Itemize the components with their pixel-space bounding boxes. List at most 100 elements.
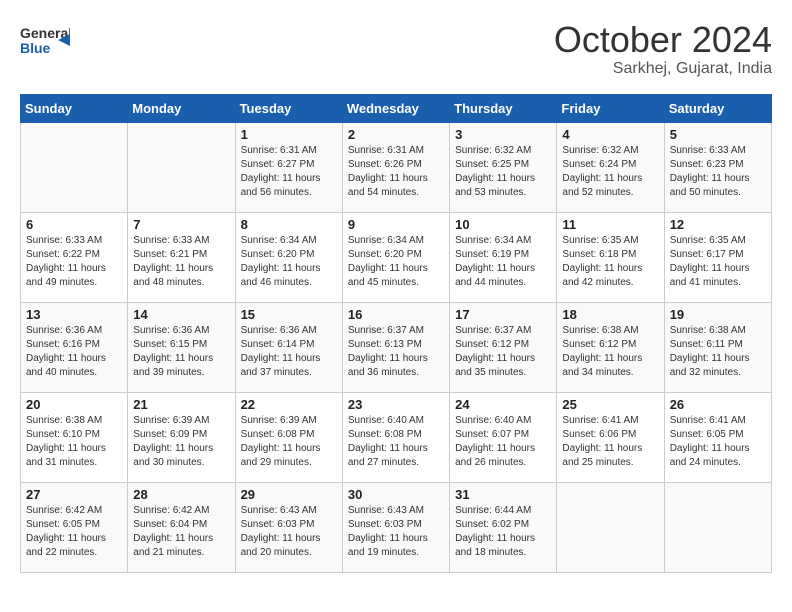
day-info: Sunrise: 6:40 AM Sunset: 6:08 PM Dayligh… (348, 414, 444, 470)
page-header: General Blue October 2024 Sarkhej, Gujar… (20, 20, 772, 78)
calendar-cell: 1 Sunrise: 6:31 AM Sunset: 6:27 PM Daylig… (235, 122, 342, 212)
day-info: Sunrise: 6:38 AM Sunset: 6:11 PM Dayligh… (670, 324, 766, 380)
calendar-cell: 12 Sunrise: 6:35 AM Sunset: 6:17 PM Dayli… (664, 212, 771, 302)
calendar-week-row: 6 Sunrise: 6:33 AM Sunset: 6:22 PM Daylig… (21, 212, 772, 302)
day-info: Sunrise: 6:43 AM Sunset: 6:03 PM Dayligh… (348, 504, 444, 560)
day-number: 27 (26, 487, 122, 502)
day-number: 14 (133, 307, 229, 322)
day-number: 18 (562, 307, 658, 322)
title-block: October 2024 Sarkhej, Gujarat, India (554, 20, 772, 78)
calendar-cell: 4 Sunrise: 6:32 AM Sunset: 6:24 PM Daylig… (557, 122, 664, 212)
day-number: 12 (670, 217, 766, 232)
logo-icon: General Blue (20, 20, 70, 60)
calendar-cell: 24 Sunrise: 6:40 AM Sunset: 6:07 PM Dayli… (450, 392, 557, 482)
calendar-cell: 7 Sunrise: 6:33 AM Sunset: 6:21 PM Daylig… (128, 212, 235, 302)
calendar-cell: 23 Sunrise: 6:40 AM Sunset: 6:08 PM Dayli… (342, 392, 449, 482)
day-number: 19 (670, 307, 766, 322)
calendar-cell: 19 Sunrise: 6:38 AM Sunset: 6:11 PM Dayli… (664, 302, 771, 392)
calendar-cell: 6 Sunrise: 6:33 AM Sunset: 6:22 PM Daylig… (21, 212, 128, 302)
calendar-table: SundayMondayTuesdayWednesdayThursdayFrid… (20, 94, 772, 573)
day-number: 29 (241, 487, 337, 502)
calendar-cell: 18 Sunrise: 6:38 AM Sunset: 6:12 PM Dayli… (557, 302, 664, 392)
calendar-week-row: 27 Sunrise: 6:42 AM Sunset: 6:05 PM Dayli… (21, 482, 772, 572)
logo: General Blue (20, 20, 70, 60)
weekday-header-row: SundayMondayTuesdayWednesdayThursdayFrid… (21, 94, 772, 122)
day-info: Sunrise: 6:31 AM Sunset: 6:27 PM Dayligh… (241, 144, 337, 200)
day-info: Sunrise: 6:35 AM Sunset: 6:18 PM Dayligh… (562, 234, 658, 290)
day-number: 9 (348, 217, 444, 232)
calendar-cell: 21Sunrise: 6:39 AM Sunset: 6:09 PM Dayli… (128, 392, 235, 482)
day-info: Sunrise: 6:39 AM Sunset: 6:08 PM Dayligh… (241, 414, 337, 470)
day-number: 7 (133, 217, 229, 232)
day-number: 1 (241, 127, 337, 142)
day-info: Sunrise: 6:35 AM Sunset: 6:17 PM Dayligh… (670, 234, 766, 290)
day-info: Sunrise: 6:42 AM Sunset: 6:04 PM Dayligh… (133, 504, 229, 560)
day-info: Sunrise: 6:36 AM Sunset: 6:15 PM Dayligh… (133, 324, 229, 380)
calendar-cell: 27 Sunrise: 6:42 AM Sunset: 6:05 PM Dayli… (21, 482, 128, 572)
day-info: Sunrise: 6:37 AM Sunset: 6:13 PM Dayligh… (348, 324, 444, 380)
day-info: Sunrise: 6:37 AM Sunset: 6:12 PM Dayligh… (455, 324, 551, 380)
calendar-cell: 11 Sunrise: 6:35 AM Sunset: 6:18 PM Dayli… (557, 212, 664, 302)
day-info: Sunrise: 6:34 AM Sunset: 6:20 PM Dayligh… (348, 234, 444, 290)
day-number: 2 (348, 127, 444, 142)
calendar-cell: 30Sunrise: 6:43 AM Sunset: 6:03 PM Dayli… (342, 482, 449, 572)
day-info: Sunrise: 6:38 AM Sunset: 6:12 PM Dayligh… (562, 324, 658, 380)
calendar-cell: 2 Sunrise: 6:31 AM Sunset: 6:26 PM Daylig… (342, 122, 449, 212)
weekday-header-thursday: Thursday (450, 94, 557, 122)
day-number: 6 (26, 217, 122, 232)
day-number: 11 (562, 217, 658, 232)
weekday-header-friday: Friday (557, 94, 664, 122)
day-info: Sunrise: 6:36 AM Sunset: 6:16 PM Dayligh… (26, 324, 122, 380)
day-number: 8 (241, 217, 337, 232)
day-info: Sunrise: 6:44 AM Sunset: 6:02 PM Dayligh… (455, 504, 551, 560)
day-info: Sunrise: 6:40 AM Sunset: 6:07 PM Dayligh… (455, 414, 551, 470)
day-number: 4 (562, 127, 658, 142)
day-number: 31 (455, 487, 551, 502)
day-number: 24 (455, 397, 551, 412)
calendar-cell: 10Sunrise: 6:34 AM Sunset: 6:19 PM Dayli… (450, 212, 557, 302)
day-info: Sunrise: 6:33 AM Sunset: 6:23 PM Dayligh… (670, 144, 766, 200)
day-info: Sunrise: 6:33 AM Sunset: 6:22 PM Dayligh… (26, 234, 122, 290)
calendar-cell: 26Sunrise: 6:41 AM Sunset: 6:05 PM Dayli… (664, 392, 771, 482)
calendar-cell: 29Sunrise: 6:43 AM Sunset: 6:03 PM Dayli… (235, 482, 342, 572)
calendar-cell: 8Sunrise: 6:34 AM Sunset: 6:20 PM Daylig… (235, 212, 342, 302)
calendar-cell: 28 Sunrise: 6:42 AM Sunset: 6:04 PM Dayli… (128, 482, 235, 572)
day-number: 16 (348, 307, 444, 322)
day-info: Sunrise: 6:42 AM Sunset: 6:05 PM Dayligh… (26, 504, 122, 560)
day-number: 25 (562, 397, 658, 412)
calendar-week-row: 1 Sunrise: 6:31 AM Sunset: 6:27 PM Daylig… (21, 122, 772, 212)
day-number: 21 (133, 397, 229, 412)
calendar-week-row: 20Sunrise: 6:38 AM Sunset: 6:10 PM Dayli… (21, 392, 772, 482)
calendar-cell: 31 Sunrise: 6:44 AM Sunset: 6:02 PM Dayli… (450, 482, 557, 572)
calendar-cell: 9 Sunrise: 6:34 AM Sunset: 6:20 PM Daylig… (342, 212, 449, 302)
weekday-header-tuesday: Tuesday (235, 94, 342, 122)
calendar-cell (128, 122, 235, 212)
calendar-cell (664, 482, 771, 572)
calendar-cell: 13Sunrise: 6:36 AM Sunset: 6:16 PM Dayli… (21, 302, 128, 392)
day-number: 22 (241, 397, 337, 412)
day-info: Sunrise: 6:38 AM Sunset: 6:10 PM Dayligh… (26, 414, 122, 470)
day-number: 3 (455, 127, 551, 142)
weekday-header-sunday: Sunday (21, 94, 128, 122)
calendar-cell: 14 Sunrise: 6:36 AM Sunset: 6:15 PM Dayli… (128, 302, 235, 392)
day-number: 15 (241, 307, 337, 322)
calendar-cell: 15Sunrise: 6:36 AM Sunset: 6:14 PM Dayli… (235, 302, 342, 392)
svg-text:Blue: Blue (20, 40, 51, 56)
calendar-cell (557, 482, 664, 572)
day-number: 23 (348, 397, 444, 412)
day-info: Sunrise: 6:41 AM Sunset: 6:06 PM Dayligh… (562, 414, 658, 470)
weekday-header-wednesday: Wednesday (342, 94, 449, 122)
day-info: Sunrise: 6:41 AM Sunset: 6:05 PM Dayligh… (670, 414, 766, 470)
day-number: 28 (133, 487, 229, 502)
calendar-cell: 25 Sunrise: 6:41 AM Sunset: 6:06 PM Dayli… (557, 392, 664, 482)
day-number: 5 (670, 127, 766, 142)
day-number: 17 (455, 307, 551, 322)
day-info: Sunrise: 6:33 AM Sunset: 6:21 PM Dayligh… (133, 234, 229, 290)
location: Sarkhej, Gujarat, India (554, 60, 772, 78)
day-info: Sunrise: 6:32 AM Sunset: 6:24 PM Dayligh… (562, 144, 658, 200)
calendar-cell: 16 Sunrise: 6:37 AM Sunset: 6:13 PM Dayli… (342, 302, 449, 392)
calendar-cell (21, 122, 128, 212)
day-info: Sunrise: 6:31 AM Sunset: 6:26 PM Dayligh… (348, 144, 444, 200)
weekday-header-saturday: Saturday (664, 94, 771, 122)
day-info: Sunrise: 6:32 AM Sunset: 6:25 PM Dayligh… (455, 144, 551, 200)
